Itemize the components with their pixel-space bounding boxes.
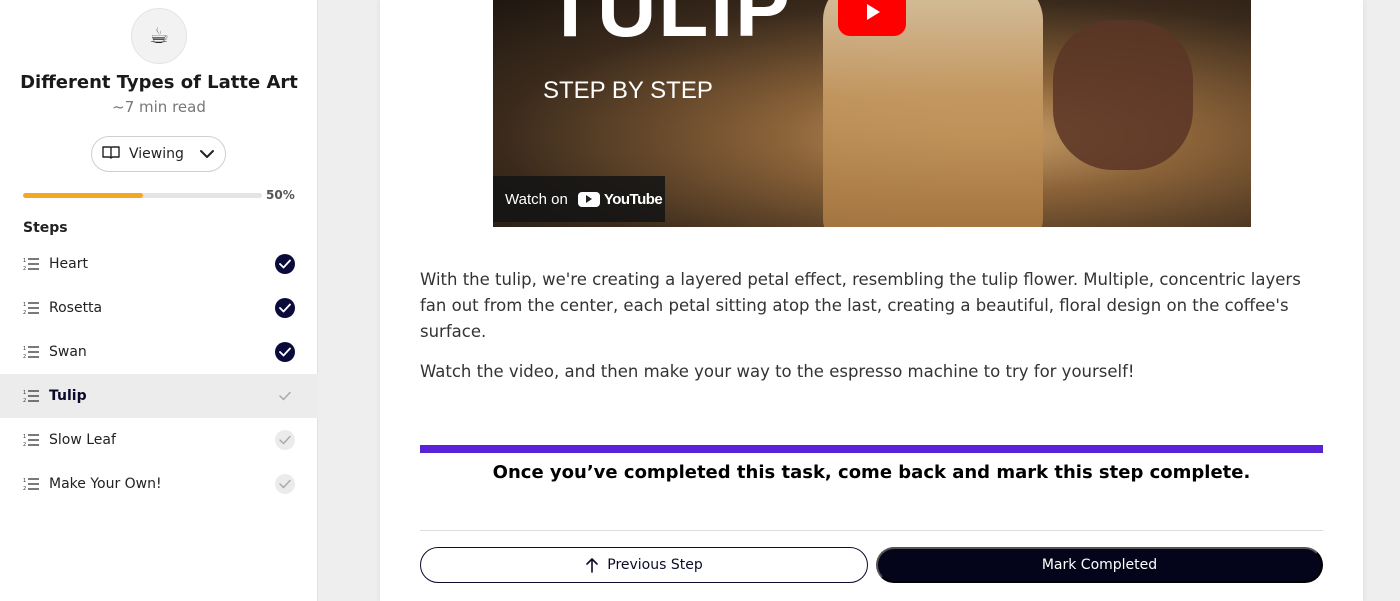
check-circle-icon — [275, 298, 295, 318]
check-icon — [275, 386, 295, 406]
svg-text:2: 2 — [23, 442, 26, 447]
svg-text:1: 1 — [23, 390, 26, 396]
progress-label: 50% — [266, 188, 295, 202]
svg-text:1: 1 — [23, 346, 26, 352]
ordered-list-icon: 12 — [23, 433, 41, 447]
step-label: Make Your Own! — [49, 476, 162, 492]
step-item-slow-leaf[interactable]: 12 Slow Leaf — [0, 418, 318, 462]
watch-on-youtube-button[interactable]: Watch on YouTube — [493, 176, 665, 222]
video-headline: TULIP — [545, 0, 792, 54]
youtube-brand: YouTube — [603, 190, 663, 208]
step-item-swan[interactable]: 12 Swan — [0, 330, 318, 374]
svg-text:2: 2 — [23, 266, 26, 271]
steps-heading: Steps — [23, 220, 68, 236]
check-circle-icon — [275, 254, 295, 274]
ordered-list-icon: 12 — [23, 389, 41, 403]
step-item-make-your-own[interactable]: 12 Make Your Own! — [0, 462, 318, 506]
step-label: Rosetta — [49, 300, 103, 316]
instruction-paragraph: Watch the video, and then make your way … — [420, 362, 1135, 381]
main-content: TULIP STEP BY STEP Watch on YouTube With… — [380, 0, 1363, 601]
progress-bar — [23, 193, 262, 198]
ordered-list-icon: 12 — [23, 257, 41, 271]
coffee-cup-icon: ☕ — [131, 8, 187, 64]
read-time: ~7 min read — [112, 98, 206, 116]
svg-text:2: 2 — [23, 354, 26, 359]
ordered-list-icon: 12 — [23, 345, 41, 359]
check-circle-icon — [275, 342, 295, 362]
step-label: Heart — [49, 256, 88, 272]
youtube-logo: YouTube — [577, 190, 663, 208]
step-item-rosetta[interactable]: 12 Rosetta — [0, 286, 318, 330]
svg-text:2: 2 — [23, 398, 26, 403]
mark-completed-label: Mark Completed — [1041, 557, 1158, 573]
svg-text:2: 2 — [23, 310, 26, 315]
step-label: Swan — [49, 344, 87, 360]
sidebar: ☕ Different Types of Latte Art ~7 min re… — [0, 0, 318, 601]
video-player[interactable]: TULIP STEP BY STEP Watch on YouTube — [493, 0, 1251, 227]
svg-text:1: 1 — [23, 478, 26, 484]
description-paragraph: With the tulip, we're creating a layered… — [420, 270, 1301, 341]
previous-step-label: Previous Step — [607, 557, 703, 573]
steps-list: 12 Heart 12 Rosetta 12 Swan 12 Tulip 12 … — [0, 242, 318, 506]
view-mode-label: Viewing — [129, 146, 184, 162]
video-subheadline: STEP BY STEP — [543, 77, 713, 104]
youtube-play-icon — [577, 191, 600, 207]
step-label: Tulip — [49, 388, 87, 404]
mark-completed-button[interactable]: Mark Completed — [876, 547, 1323, 583]
svg-text:2: 2 — [23, 486, 26, 491]
play-button[interactable] — [838, 0, 906, 36]
svg-text:1: 1 — [23, 302, 26, 308]
step-item-heart[interactable]: 12 Heart — [0, 242, 318, 286]
banner-accent-bar — [420, 445, 1323, 453]
play-icon — [867, 4, 880, 20]
svg-text:1: 1 — [23, 434, 26, 440]
watch-on-label: Watch on — [505, 190, 568, 208]
chevron-down-icon — [199, 146, 215, 166]
book-open-icon — [102, 145, 120, 163]
completion-banner: Once you’ve completed this task, come ba… — [492, 462, 1251, 483]
svg-text:1: 1 — [23, 258, 26, 264]
ordered-list-icon: 12 — [23, 301, 41, 315]
step-label: Slow Leaf — [49, 432, 116, 448]
ordered-list-icon: 12 — [23, 477, 41, 491]
view-mode-dropdown[interactable]: Viewing — [91, 136, 226, 172]
course-title: Different Types of Latte Art — [20, 72, 298, 93]
video-thumbnail-hand — [1053, 20, 1193, 170]
progress-fill — [23, 193, 143, 198]
previous-step-button[interactable]: Previous Step — [420, 547, 868, 583]
arrow-up-icon — [586, 558, 599, 573]
divider — [420, 530, 1323, 531]
step-item-tulip[interactable]: 12 Tulip — [0, 374, 318, 418]
check-circle-icon — [275, 430, 295, 450]
check-circle-icon — [275, 474, 295, 494]
